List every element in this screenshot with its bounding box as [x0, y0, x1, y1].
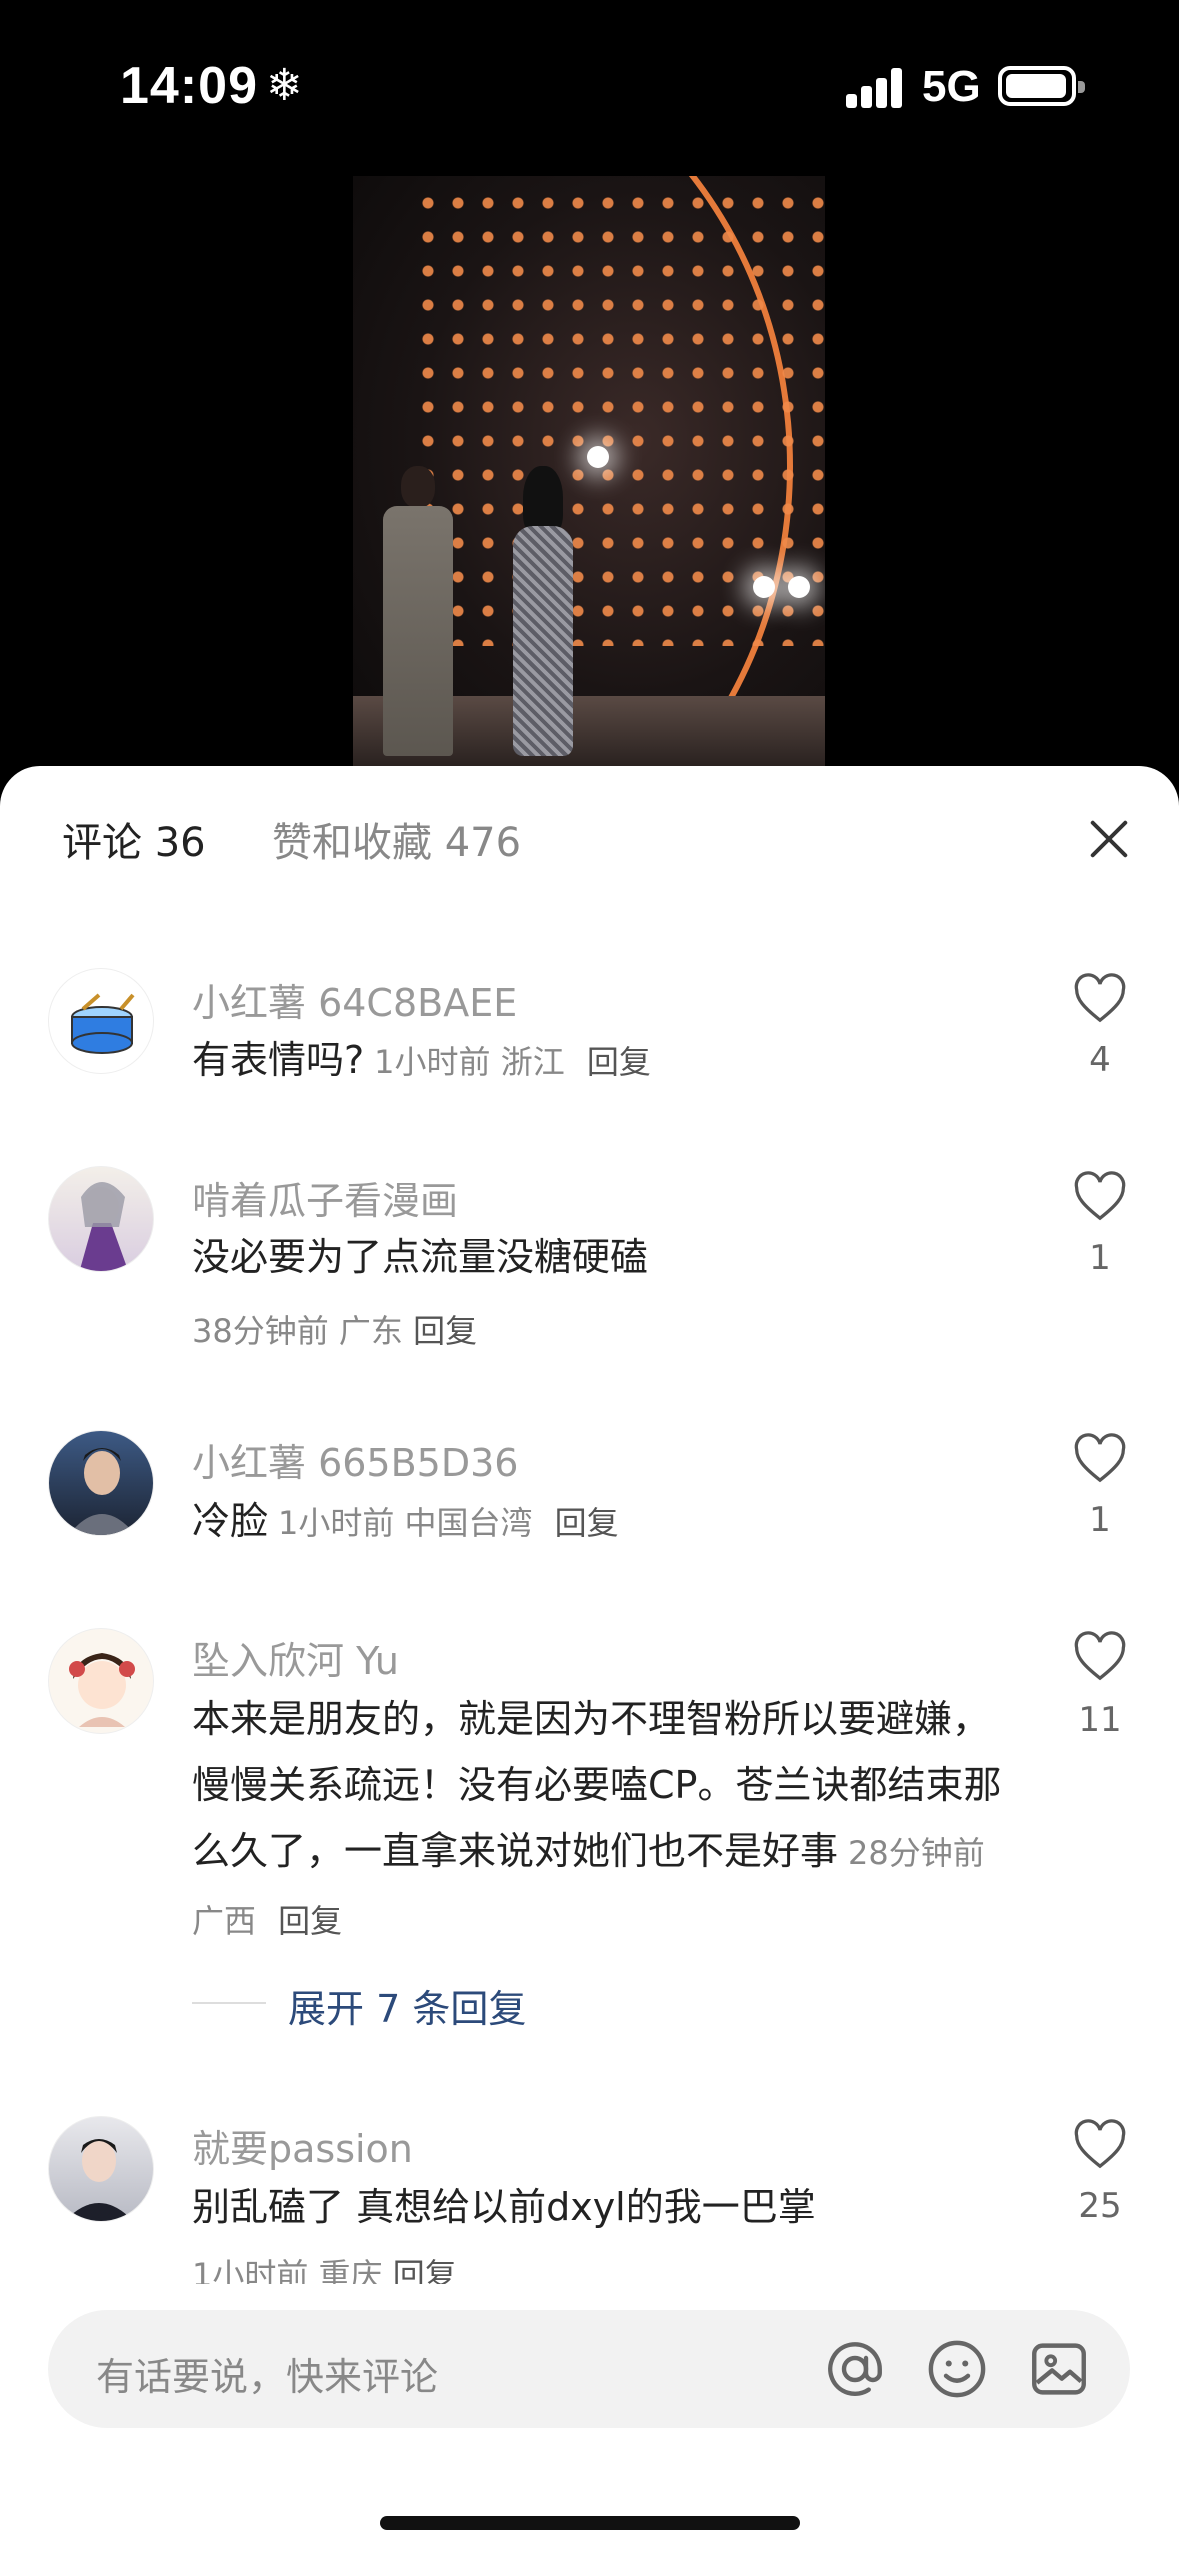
heart-icon[interactable]: [1072, 2118, 1128, 2170]
comment-text[interactable]: 有表情吗? 1小时前 浙江 回复: [192, 1027, 1022, 1095]
avatar[interactable]: [48, 1628, 154, 1734]
like-count: 11: [1078, 1700, 1122, 1740]
like-count: 25: [1078, 2186, 1122, 2226]
heart-icon[interactable]: [1072, 972, 1128, 1024]
battery-icon: [998, 66, 1085, 106]
avatar[interactable]: [48, 2116, 154, 2222]
comment-meta: 1小时前 重庆 回复: [192, 2250, 457, 2284]
comment-text[interactable]: 冷脸 1小时前 中国台湾 回复: [192, 1488, 1022, 1556]
expand-replies-label[interactable]: 展开 7 条回复: [288, 1978, 526, 2033]
comment-author[interactable]: 就要passion: [192, 2118, 413, 2173]
video-player[interactable]: [353, 176, 825, 766]
comment-body: 有表情吗?: [192, 1038, 365, 1082]
comment-text[interactable]: 本来是朋友的，就是因为不理智粉所以要避嫌，慢慢关系疏远！没有必要嗑CP。苍兰诀都…: [192, 1686, 1022, 1954]
like-count: 4: [1089, 1040, 1111, 1080]
performer-man: [383, 466, 453, 756]
close-icon[interactable]: [1082, 812, 1136, 866]
status-bar: 14:09 ❄ 5G: [0, 0, 1179, 176]
reply-button[interactable]: 回复: [555, 1504, 619, 1542]
reply-button[interactable]: 回复: [587, 1043, 651, 1081]
comment-meta-text: 1小时前 重庆: [192, 2256, 383, 2284]
comment-author[interactable]: 啃着瓜子看漫画: [192, 1170, 458, 1225]
comment-author[interactable]: 坠入欣河 Yu: [192, 1630, 399, 1685]
like-count: 1: [1089, 1238, 1111, 1278]
comment-author[interactable]: 小红薯 665B5D36: [192, 1432, 518, 1487]
performer-woman: [503, 466, 583, 756]
comment-body[interactable]: 没必要为了点流量没糖硬磕: [192, 1224, 1022, 1290]
comment-body[interactable]: 别乱磕了 真想给以前dxyl的我一巴掌: [192, 2174, 1022, 2240]
tab-likes-favorites[interactable]: 赞和收藏 476: [272, 810, 521, 868]
heart-icon[interactable]: [1072, 1630, 1128, 1682]
avatar[interactable]: [48, 1430, 154, 1536]
like-count: 1: [1089, 1500, 1111, 1540]
comment-body: 冷脸: [192, 1499, 269, 1543]
comment-author[interactable]: 小红薯 64C8BAEE: [192, 972, 517, 1027]
reply-button[interactable]: 回复: [278, 1902, 342, 1940]
home-indicator[interactable]: [380, 2516, 800, 2530]
at-icon[interactable]: [822, 2336, 888, 2402]
comment-meta: 38分钟前 广东 回复: [192, 1306, 477, 1352]
signal-icon: [846, 68, 904, 108]
network-type: 5G: [922, 62, 981, 111]
status-time: 14:09: [120, 57, 258, 115]
comment-meta: 1小时前 中国台湾: [278, 1504, 533, 1542]
comment-input-placeholder[interactable]: 有话要说，快来评论: [96, 2346, 438, 2401]
reply-button[interactable]: 回复: [393, 2256, 457, 2284]
comment-meta-text: 38分钟前 广东: [192, 1312, 403, 1350]
reply-button[interactable]: 回复: [413, 1312, 477, 1350]
tab-comments[interactable]: 评论 36: [62, 810, 206, 868]
image-icon[interactable]: [1026, 2336, 1092, 2402]
heart-icon[interactable]: [1072, 1170, 1128, 1222]
emoji-icon[interactable]: [924, 2336, 990, 2402]
avatar[interactable]: [48, 1166, 154, 1272]
snowflake-icon: ❄: [266, 60, 303, 111]
avatar[interactable]: [48, 968, 154, 1074]
heart-icon[interactable]: [1072, 1432, 1128, 1484]
comment-meta: 1小时前 浙江: [374, 1043, 565, 1081]
